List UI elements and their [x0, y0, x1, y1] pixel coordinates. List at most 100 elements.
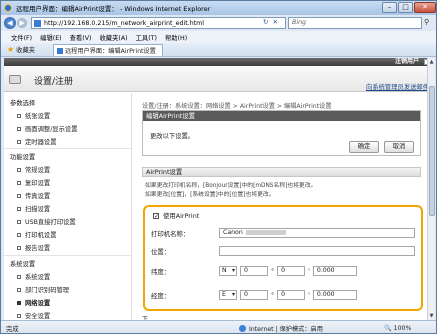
scroll-down-icon[interactable]: ▼ — [428, 312, 435, 320]
back-icon[interactable]: ◀ — [4, 17, 16, 29]
sidebar-item-printer[interactable]: 打印机设置 — [17, 230, 56, 239]
star-icon: ★ — [7, 45, 15, 54]
mail-admin-link[interactable]: 向系统管理员发送邮件 — [366, 82, 429, 91]
favorites-button[interactable]: ★ 收藏夹 — [7, 45, 35, 54]
title-bar: 远程用户界面：编辑AirPrint设置： - Windows Internet … — [1, 1, 436, 15]
tab-page-icon — [57, 47, 63, 54]
latitude-seconds-field[interactable]: 0.000 — [312, 266, 357, 276]
longitude-label: 经度： — [151, 292, 171, 300]
bullet-icon — [17, 274, 21, 279]
sidebar-item-paper[interactable]: 纸张设置 — [17, 111, 50, 120]
url-field[interactable]: http://192.168.0.215/m_network_airprint_… — [31, 17, 286, 29]
latitude-minutes-field[interactable]: 0 — [277, 266, 306, 276]
zone-text: Internet | 保护模式：启用 — [249, 326, 323, 333]
forward-icon[interactable]: ▶ — [17, 18, 27, 28]
sidebar-item-copy[interactable]: 复印设置 — [17, 178, 50, 187]
latitude-degrees-field[interactable]: 0 — [240, 266, 268, 276]
airprint-settings-panel: ✓ 使用AirPrint 打印机名称： Canon 位置： 纬度： N 0 ° … — [143, 205, 423, 311]
status-text: 完成 — [6, 326, 19, 333]
note-printer-name: 如果更改打印机名称，[Bonjour设置]中的[mDNS名称]也将更改。 — [145, 183, 317, 189]
app-header: 设置/注册 向系统管理员发送邮件 — [4, 66, 435, 92]
sidebar-item-usb-print[interactable]: USB直接打印设置 — [17, 217, 76, 226]
sidebar-item-network[interactable]: 网络设置 — [17, 298, 50, 307]
window-title: 远程用户界面：编辑AirPrint设置： - Windows Internet … — [16, 5, 211, 13]
logout-link[interactable]: 注销用户 — [395, 58, 419, 66]
sidebar: 参数选择 纸张设置 画面调整/显示设置 定时器设置 功能设置 常规设置 复印设置… — [4, 93, 132, 320]
maximize-button[interactable]: □ — [398, 2, 413, 13]
menu-edit[interactable]: 编辑(E) — [40, 33, 62, 42]
sidebar-item-display[interactable]: 画面调整/显示设置 — [17, 124, 78, 133]
address-bar: ◀ ▶ http://192.168.0.215/m_network_airpr… — [1, 15, 436, 31]
bullet-icon — [17, 300, 21, 305]
page-content: 注销用户 设置/注册 向系统管理员发送邮件 参数选择 纸张设置 画面调整/显示设… — [4, 58, 435, 320]
cancel-button[interactable]: 取消 — [384, 141, 414, 153]
tab-current[interactable]: 远程用户界面：编辑AirPrint设置 — [53, 44, 163, 56]
bullet-icon — [17, 313, 21, 318]
bullet-icon — [17, 287, 21, 292]
sidebar-item-scan[interactable]: 扫描设置 — [17, 204, 50, 213]
minute-symbol: ' — [308, 267, 310, 275]
longitude-inputs: E 0 ° 0 ' 0.000 — [219, 290, 357, 300]
longitude-seconds-field[interactable]: 0.000 — [312, 290, 357, 300]
location-field[interactable] — [219, 246, 415, 256]
security-zone[interactable]: Internet | 保护模式：启用 — [239, 324, 323, 333]
search-icon[interactable]: ⚲ — [424, 18, 429, 26]
zoom-level[interactable]: 🔍 100% — [384, 324, 411, 332]
use-airprint-checkbox[interactable]: ✓ 使用AirPrint — [153, 211, 199, 220]
edit-panel-message: 更改以下设置。 — [150, 133, 195, 140]
ok-button[interactable]: 确定 — [349, 141, 379, 153]
tab-bar: ★ 收藏夹 远程用户界面：编辑AirPrint设置 — [1, 43, 436, 57]
tab-label: 远程用户界面：编辑AirPrint设置 — [65, 48, 156, 55]
latitude-label: 纬度： — [151, 268, 171, 276]
menu-help[interactable]: 帮助(H) — [165, 33, 187, 42]
printer-name-field[interactable]: Canon — [219, 228, 415, 238]
sidebar-section-preferences: 参数选择 — [10, 100, 36, 107]
breadcrumb: 设置/注册：系统设置：网络设置 > AirPrint设置 > 编辑AirPrin… — [142, 103, 332, 110]
airprint-section-header: AirPrint设置 — [142, 167, 421, 177]
ie-window: 远程用户界面：编辑AirPrint设置： - Windows Internet … — [0, 0, 437, 334]
menu-file[interactable]: 文件(F) — [11, 33, 32, 42]
globe-icon — [239, 325, 246, 332]
bullet-icon — [17, 193, 21, 198]
sidebar-item-security[interactable]: 安全设置 — [17, 311, 50, 320]
bullet-icon — [17, 167, 21, 172]
longitude-minutes-field[interactable]: 0 — [277, 290, 306, 300]
sidebar-divider — [4, 148, 131, 149]
sidebar-item-fax[interactable]: 传真设置 — [17, 191, 50, 200]
bullet-icon — [17, 113, 21, 118]
bullet-icon — [17, 206, 21, 211]
bullet-icon — [17, 126, 21, 131]
ie-logo-icon — [4, 4, 12, 12]
page-icon — [34, 19, 41, 27]
favorites-label: 收藏夹 — [16, 47, 36, 54]
sidebar-item-dept-id[interactable]: 部门识别码管理 — [17, 285, 69, 294]
status-bar: 完成 Internet | 保护模式：启用 🔍 100% — [1, 320, 436, 333]
longitude-direction-select[interactable]: E — [219, 290, 237, 300]
minute-symbol: ' — [308, 291, 310, 299]
longitude-degrees-field[interactable]: 0 — [240, 290, 268, 300]
sidebar-section-functions: 功能设置 — [10, 154, 36, 161]
degree-symbol: ° — [271, 267, 275, 275]
checkbox-checked-icon: ✓ — [153, 212, 160, 220]
refresh-icon[interactable]: ↻ — [263, 18, 268, 26]
scrollbar-thumb[interactable] — [429, 86, 435, 216]
sidebar-item-report[interactable]: 报告设置 — [17, 243, 50, 252]
menu-tools[interactable]: 工具(T) — [136, 33, 157, 42]
redacted-text — [245, 229, 286, 235]
scroll-up-icon[interactable]: ▲ — [428, 58, 435, 66]
degree-symbol: ° — [271, 291, 275, 299]
close-button[interactable]: ✕ — [414, 2, 436, 13]
sidebar-item-system[interactable]: 系统设置 — [17, 272, 50, 281]
bullet-icon — [17, 139, 21, 144]
printer-name-label: 打印机名称： — [151, 230, 190, 238]
printer-name-value: Canon — [223, 229, 243, 236]
sidebar-item-common[interactable]: 常规设置 — [17, 165, 50, 174]
vertical-scrollbar[interactable]: ▲ ▼ — [427, 58, 435, 320]
menu-favorites[interactable]: 收藏夹(A) — [99, 33, 127, 42]
sidebar-item-timer[interactable]: 定时器设置 — [17, 137, 56, 146]
latitude-direction-select[interactable]: N — [219, 266, 237, 276]
minimize-button[interactable]: – — [382, 2, 397, 13]
menu-view[interactable]: 查看(V) — [70, 33, 92, 42]
search-input[interactable]: Bing — [288, 17, 422, 29]
stop-icon[interactable]: ✕ — [272, 18, 277, 26]
